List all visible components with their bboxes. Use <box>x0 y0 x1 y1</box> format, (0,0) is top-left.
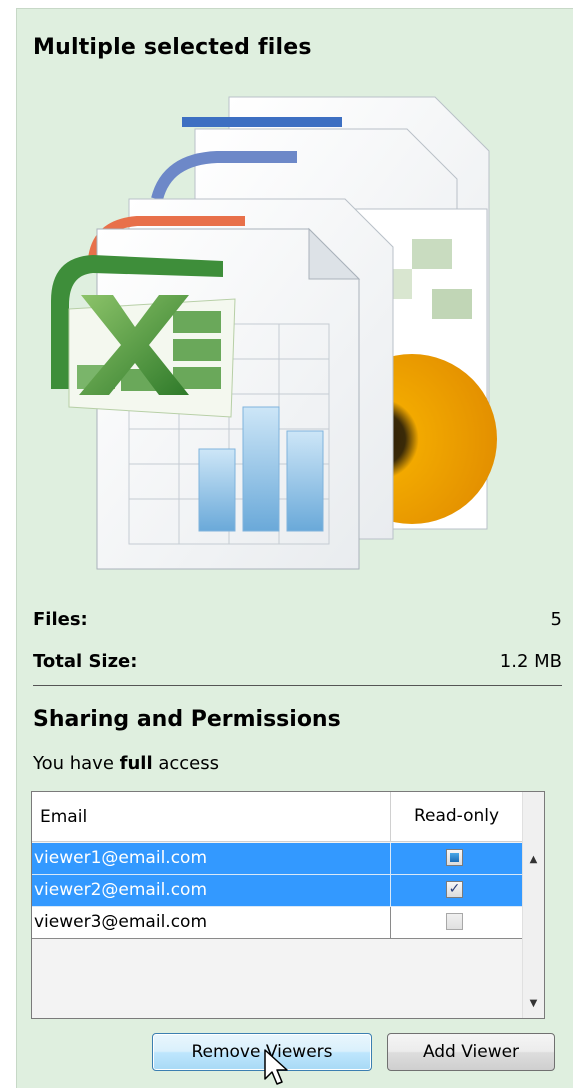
read-only-cell <box>390 843 522 874</box>
table-scrollbar[interactable]: ▲ ▼ <box>522 792 544 1018</box>
multiple-files-icon <box>51 96 497 570</box>
access-suffix: access <box>152 753 220 774</box>
column-header-read-only[interactable]: Read-only <box>390 792 522 841</box>
files-count-row: Files: 5 <box>33 609 562 630</box>
files-label: Files: <box>33 609 88 630</box>
total-size-label: Total Size: <box>33 651 138 672</box>
table-row[interactable]: viewer2@email.com ✓ <box>32 875 522 907</box>
chevron-down-icon[interactable]: ▼ <box>523 994 544 1014</box>
read-only-checkbox[interactable] <box>446 849 463 866</box>
viewers-table[interactable]: Email Read-only viewer1@email.com viewer… <box>31 791 545 1019</box>
table-row[interactable]: viewer1@email.com <box>32 843 522 875</box>
total-size-row: Total Size: 1.2 MB <box>33 651 562 672</box>
column-header-email[interactable]: Email <box>40 807 87 827</box>
row-email: viewer2@email.com <box>34 880 208 900</box>
read-only-cell: ✓ <box>390 875 522 906</box>
access-level: full <box>119 753 153 774</box>
read-only-checkbox[interactable]: ✓ <box>446 881 463 898</box>
read-only-checkbox[interactable] <box>446 913 463 930</box>
table-header: Email Read-only <box>32 792 522 842</box>
row-email: viewer1@email.com <box>34 848 208 868</box>
access-text: You have full access <box>33 753 219 774</box>
files-value: 5 <box>550 609 562 630</box>
chevron-up-icon[interactable]: ▲ <box>523 850 544 870</box>
row-email: viewer3@email.com <box>34 912 208 932</box>
table-row[interactable]: viewer3@email.com <box>32 907 522 939</box>
details-panel: Multiple selected files Files: 5 Total S… <box>16 8 573 1088</box>
read-only-cell <box>390 907 522 938</box>
total-size-value: 1.2 MB <box>499 651 562 672</box>
sharing-section-title: Sharing and Permissions <box>33 707 341 732</box>
section-divider <box>33 685 562 686</box>
add-viewer-button[interactable]: Add Viewer <box>387 1033 555 1071</box>
remove-viewers-button[interactable]: Remove Viewers <box>152 1033 372 1071</box>
mouse-pointer-icon <box>264 1049 288 1085</box>
access-prefix: You have <box>33 753 120 774</box>
